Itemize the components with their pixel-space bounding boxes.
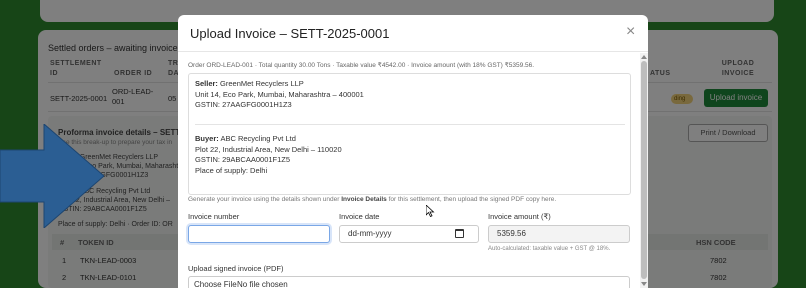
mouse-cursor-icon <box>426 205 435 217</box>
seller-details: Seller: GreenMet Recyclers LLP Unit 14, … <box>195 79 364 111</box>
seller-name: GreenMet Recyclers LLP <box>220 79 304 88</box>
scroll-thumb[interactable] <box>641 61 647 279</box>
upload-invoice-modal: Upload Invoice – SETT-2025-0001 × Order … <box>178 15 648 288</box>
calendar-icon[interactable] <box>455 229 464 238</box>
date-placeholder: dd-mm-yyyy <box>348 229 392 238</box>
arrow-right-icon <box>0 124 104 228</box>
close-icon[interactable]: × <box>626 24 635 40</box>
seller-address: Unit 14, Eco Park, Mumbai, Maharashtra –… <box>195 89 364 99</box>
order-summary: Order ORD-LEAD-001 · Total quantity 30.0… <box>188 62 535 69</box>
modal-scrollbar[interactable] <box>640 53 648 288</box>
choose-file-button[interactable]: Choose File <box>194 277 237 288</box>
buyer-label: Buyer: <box>195 134 219 143</box>
party-details-box: Seller: GreenMet Recyclers LLP Unit 14, … <box>188 73 631 195</box>
buyer-details: Buyer: ABC Recycling Pvt Ltd Plot 22, In… <box>195 134 342 176</box>
invoice-number-input[interactable] <box>188 225 330 243</box>
seller-label: Seller: <box>195 79 218 88</box>
modal-header: Upload Invoice – SETT-2025-0001 × <box>178 15 648 52</box>
scroll-up-icon[interactable] <box>641 55 647 59</box>
buyer-address: Plot 22, Industrial Area, New Delhi – 11… <box>195 144 342 154</box>
divider <box>195 124 625 125</box>
file-status: No file chosen <box>237 280 288 288</box>
buyer-gstin: GSTIN: 29ABCAA0001F1Z5 <box>195 155 291 164</box>
invoice-amount-label: Invoice amount (₹) <box>488 212 551 221</box>
invoice-amount-input[interactable]: 5359.56 <box>488 225 630 243</box>
auto-calc-note: Auto-calculated: taxable value + GST @ 1… <box>488 246 611 252</box>
modal-body: Order ORD-LEAD-001 · Total quantity 30.0… <box>178 53 640 288</box>
invoice-date-label: Invoice date <box>339 212 380 221</box>
modal-title: Upload Invoice – SETT-2025-0001 <box>190 26 390 41</box>
invoice-date-input[interactable]: dd-mm-yyyy <box>339 225 479 243</box>
buyer-name: ABC Recycling Pvt Ltd <box>220 134 296 143</box>
seller-gstin: GSTIN: 27AAGFG0001H1Z3 <box>195 100 292 109</box>
place-of-supply: Place of supply: Delhi <box>195 165 268 175</box>
help-text: Generate your invoice using the details … <box>188 196 557 203</box>
scroll-down-icon[interactable] <box>641 282 647 286</box>
upload-pdf-label: Upload signed invoice (PDF) <box>188 264 284 273</box>
file-input[interactable]: Choose File No file chosen <box>188 276 630 288</box>
invoice-number-label: Invoice number <box>188 212 240 221</box>
